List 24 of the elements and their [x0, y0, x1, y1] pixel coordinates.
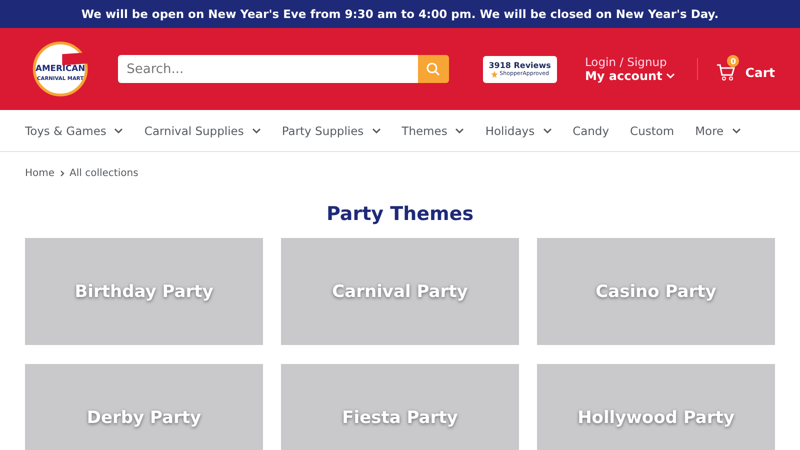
search-icon [426, 62, 440, 76]
chevron-down-icon [666, 73, 676, 79]
nav-link[interactable]: Party Supplies [282, 124, 381, 138]
cart-icon [716, 63, 736, 81]
account-menu-button[interactable]: My account [584, 69, 676, 83]
cart-count-badge: 0 [727, 55, 740, 67]
breadcrumb-link[interactable]: All collections [70, 168, 138, 179]
cart-button[interactable]: 0 Cart [716, 55, 775, 83]
nav-link[interactable]: Holidays [485, 124, 552, 138]
search-field[interactable]: Search... [118, 55, 418, 83]
nav-link[interactable]: Candy [572, 124, 610, 138]
page-heading: Party Themes [325, 203, 475, 225]
login-link[interactable]: Login / Signup [584, 55, 676, 69]
announcement-bar: We will be open on New Year's Eve from 9:30 am to 4:00 pm. We will be closed on New Year's Day. [0, 0, 800, 28]
reviews-count: 3918 Reviews [488, 60, 551, 70]
chevron-right-icon [60, 170, 65, 177]
nav-link[interactable]: Custom [630, 124, 674, 138]
nav-link[interactable]: Carnival Supplies [144, 124, 261, 138]
star-icon [490, 70, 498, 78]
nav-link[interactable]: More [695, 124, 741, 138]
breadcrumb-link[interactable]: Home [25, 168, 55, 179]
nav-link[interactable]: Themes [402, 124, 464, 138]
nav-link[interactable]: Toys & Games [25, 124, 124, 138]
search-button[interactable] [418, 55, 449, 83]
